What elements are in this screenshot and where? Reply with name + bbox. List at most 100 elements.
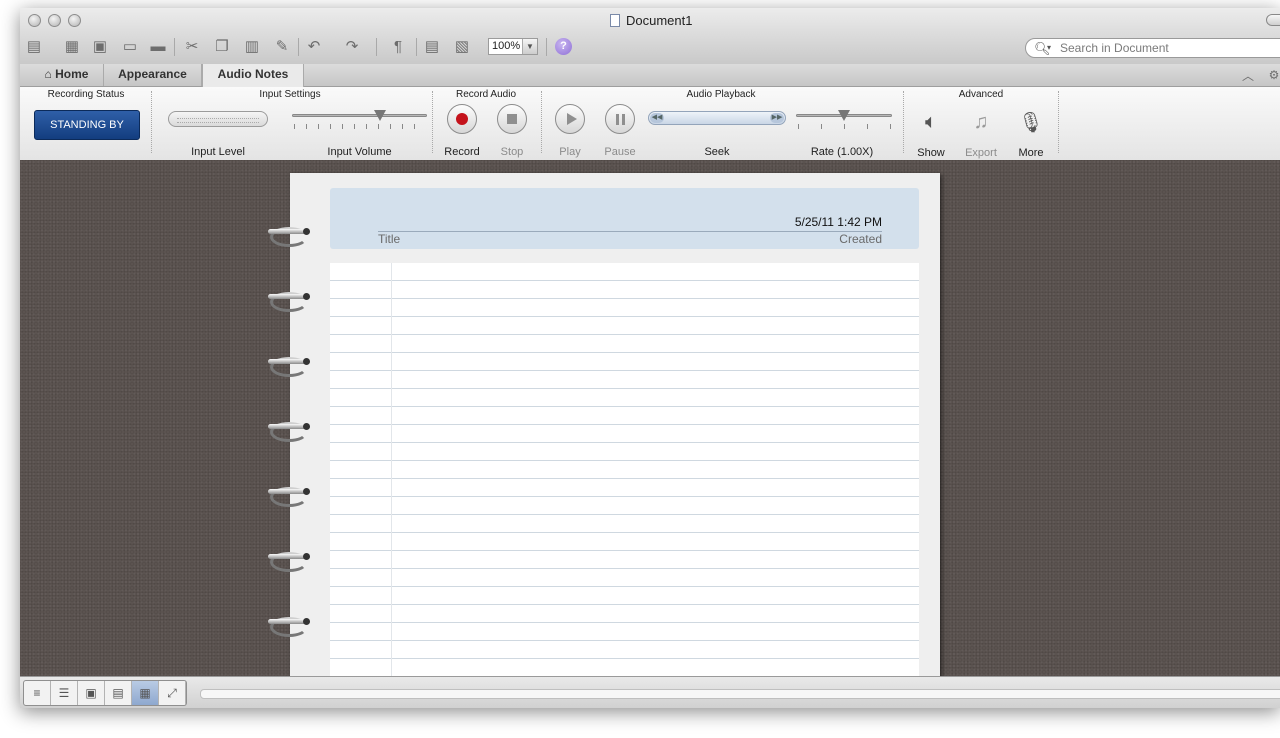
- rate-label: Rate (1.00X): [810, 146, 874, 158]
- window-title: Document1: [610, 13, 692, 28]
- show-audio-icon[interactable]: 🔈︎: [916, 107, 946, 137]
- rate-slider-thumb[interactable]: [838, 110, 850, 121]
- record-button[interactable]: [447, 104, 477, 134]
- view-switcher: ≡ ☰ ▣ ▤ ▦ ⤢: [23, 680, 187, 706]
- copy-icon[interactable]: ❐: [212, 37, 232, 55]
- export-label: Export: [965, 147, 997, 159]
- toolbar-toggle-button[interactable]: [1266, 14, 1280, 26]
- home-icon: ⌂: [44, 67, 56, 81]
- stop-button[interactable]: [497, 104, 527, 134]
- pause-icon: [615, 113, 625, 125]
- ribbon-panel: Recording Status STANDING BY Input Setti…: [20, 87, 1280, 161]
- input-volume-ticks: [294, 124, 426, 129]
- toolbar-separator: [174, 38, 175, 56]
- zoom-value: 100%: [492, 40, 521, 52]
- undo-icon[interactable]: ↶: [304, 37, 324, 55]
- tab-home-label: Home: [55, 67, 89, 81]
- input-level-label: Input Level: [191, 146, 245, 158]
- group-title-recording-status: Recording Status: [47, 89, 125, 100]
- record-icon: [456, 113, 468, 125]
- recording-status-button[interactable]: STANDING BY: [34, 110, 140, 140]
- notebook-background: 5/25/11 1:42 PM Title Created: [20, 160, 1280, 676]
- play-label: Play: [559, 146, 581, 158]
- margin-line: [391, 263, 392, 676]
- close-window-button[interactable]: [28, 14, 41, 27]
- gallery-icon[interactable]: ▦: [62, 37, 82, 55]
- search-placeholder: Search in Document: [1060, 41, 1169, 55]
- spiral-ring: [268, 225, 310, 249]
- cut-icon[interactable]: ✂: [182, 37, 202, 55]
- export-audio-icon[interactable]: ♫: [966, 107, 996, 137]
- new-icon[interactable]: ▤: [24, 37, 44, 55]
- window-title-text: Document1: [626, 13, 693, 28]
- tab-home[interactable]: ⌂ Home: [30, 64, 104, 86]
- status-bar: ≡ ☰ ▣ ▤ ▦ ⤢: [20, 676, 1280, 708]
- group-title-advanced: Advanced: [958, 89, 1004, 100]
- format-painter-icon[interactable]: ✎: [272, 37, 292, 55]
- outline-view-icon[interactable]: ☰: [51, 681, 78, 705]
- app-window: Document1 ▤ ▦ ▣ ▭ ▬ ✂ ❐ ▥ ✎ ↶ ↷ ¶ ▤ ▧ 10…: [20, 8, 1280, 708]
- horizontal-scrollbar[interactable]: [200, 689, 1280, 699]
- draft-view-icon[interactable]: ≡: [24, 681, 51, 705]
- print-layout-view-icon[interactable]: ▤: [105, 681, 132, 705]
- spiral-ring: [268, 485, 310, 509]
- spiral-ring: [268, 420, 310, 444]
- show-label: Show: [917, 147, 945, 159]
- pause-label: Pause: [604, 146, 636, 158]
- save-icon[interactable]: ▣: [90, 37, 110, 55]
- rate-slider-ticks: [798, 124, 892, 129]
- group-separator: [432, 91, 433, 153]
- note-header[interactable]: 5/25/11 1:42 PM Title Created: [330, 188, 919, 249]
- paste-icon[interactable]: ▥: [242, 37, 262, 55]
- document-icon: [610, 14, 620, 27]
- full-screen-view-icon[interactable]: ⤢: [159, 681, 186, 705]
- toolbar-separator: [376, 38, 377, 56]
- redo-icon[interactable]: ↷: [342, 37, 362, 55]
- note-body[interactable]: [330, 263, 919, 676]
- help-button[interactable]: ?: [555, 38, 572, 55]
- chevron-down-icon[interactable]: ▼: [522, 39, 537, 54]
- input-volume-label: Input Volume: [327, 146, 392, 158]
- group-separator: [903, 91, 904, 153]
- header-divider: [378, 231, 882, 232]
- collapse-ribbon-icon[interactable]: ︿: [1238, 66, 1258, 84]
- spiral-ring: [268, 290, 310, 314]
- group-separator: [1058, 91, 1059, 153]
- rewind-icon[interactable]: ◀◀: [650, 113, 664, 123]
- spiral-ring: [268, 355, 310, 379]
- created-label: Created: [839, 232, 882, 246]
- minimize-window-button[interactable]: [48, 14, 61, 27]
- input-volume-slider[interactable]: [292, 114, 427, 117]
- play-button[interactable]: [555, 104, 585, 134]
- seek-bar[interactable]: ◀◀ ▶▶: [648, 111, 786, 125]
- notebook-page: 5/25/11 1:42 PM Title Created: [268, 173, 940, 676]
- toolbar-separator: [546, 38, 547, 56]
- tab-appearance[interactable]: Appearance: [104, 64, 202, 86]
- tab-audio-notes[interactable]: Audio Notes: [202, 64, 304, 87]
- input-volume-thumb[interactable]: [374, 110, 386, 121]
- zoom-select[interactable]: 100% ▼: [488, 38, 538, 55]
- spiral-ring: [268, 550, 310, 574]
- print-icon[interactable]: ▬: [148, 37, 168, 55]
- sidebar-icon[interactable]: ▤: [422, 37, 442, 55]
- pause-button[interactable]: [605, 104, 635, 134]
- group-title-record-audio: Record Audio: [455, 89, 517, 100]
- ribbon-tabs: ⌂ Home Appearance Audio Notes ︿ ⚙: [20, 64, 1280, 87]
- title-label: Title: [378, 232, 401, 246]
- notebook-view-icon[interactable]: ▦: [132, 681, 159, 705]
- search-field[interactable]: 🔍︎ ▾ Search in Document: [1025, 38, 1280, 58]
- media-icon[interactable]: ▧: [452, 37, 472, 55]
- gear-icon[interactable]: ⚙: [1264, 66, 1280, 84]
- toolbar-separator: [416, 38, 417, 56]
- open-icon[interactable]: ▭: [120, 37, 140, 55]
- chevron-down-icon: ▾: [1047, 43, 1052, 52]
- stop-icon: [507, 114, 517, 124]
- tab-appearance-label: Appearance: [118, 67, 187, 81]
- title-bar: Document1 ▤ ▦ ▣ ▭ ▬ ✂ ❐ ▥ ✎ ↶ ↷ ¶ ▤ ▧ 10…: [20, 8, 1280, 65]
- tab-audio-notes-label: Audio Notes: [217, 67, 289, 81]
- zoom-window-button[interactable]: [68, 14, 81, 27]
- publishing-view-icon[interactable]: ▣: [78, 681, 105, 705]
- fast-forward-icon[interactable]: ▶▶: [770, 113, 784, 123]
- microphone-icon[interactable]: 🎙︎: [1016, 107, 1046, 137]
- pilcrow-icon[interactable]: ¶: [388, 37, 408, 55]
